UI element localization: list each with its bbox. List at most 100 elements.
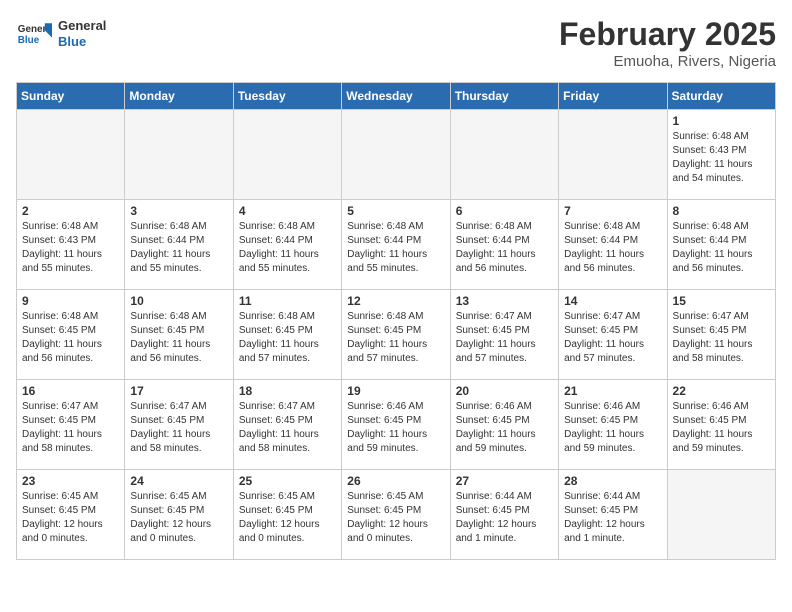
day-info: Sunrise: 6:48 AM Sunset: 6:45 PM Dayligh… [130,310,227,366]
day-number: 22 [673,384,770,398]
calendar-cell: 1 Sunrise: 6:48 AM Sunset: 6:43 PM Dayli… [667,110,775,200]
calendar-cell: 22 Sunrise: 6:46 AM Sunset: 6:45 PM Dayl… [667,380,775,470]
location: Emuoha, Rivers, Nigeria [559,53,776,70]
calendar-cell: 6 Sunrise: 6:48 AM Sunset: 6:44 PM Dayli… [450,200,558,290]
day-info: Sunrise: 6:47 AM Sunset: 6:45 PM Dayligh… [130,400,227,456]
calendar-cell: 28 Sunrise: 6:44 AM Sunset: 6:45 PM Dayl… [559,470,667,560]
day-info: Sunrise: 6:45 AM Sunset: 6:45 PM Dayligh… [22,490,119,546]
day-info: Sunrise: 6:48 AM Sunset: 6:44 PM Dayligh… [239,220,336,276]
day-number: 18 [239,384,336,398]
month-year: February 2025 [559,16,776,53]
day-number: 13 [456,294,553,308]
calendar-table: Sunday Monday Tuesday Wednesday Thursday… [16,82,776,560]
logo-text-blue: Blue [58,34,106,50]
day-number: 2 [22,204,119,218]
calendar-cell [233,110,341,200]
day-info: Sunrise: 6:48 AM Sunset: 6:44 PM Dayligh… [130,220,227,276]
calendar-cell [342,110,450,200]
day-info: Sunrise: 6:46 AM Sunset: 6:45 PM Dayligh… [456,400,553,456]
day-info: Sunrise: 6:47 AM Sunset: 6:45 PM Dayligh… [564,310,661,366]
calendar-cell: 19 Sunrise: 6:46 AM Sunset: 6:45 PM Dayl… [342,380,450,470]
calendar-cell [125,110,233,200]
calendar-cell: 20 Sunrise: 6:46 AM Sunset: 6:45 PM Dayl… [450,380,558,470]
day-number: 6 [456,204,553,218]
day-info: Sunrise: 6:48 AM Sunset: 6:44 PM Dayligh… [564,220,661,276]
day-info: Sunrise: 6:48 AM Sunset: 6:45 PM Dayligh… [239,310,336,366]
calendar-cell: 14 Sunrise: 6:47 AM Sunset: 6:45 PM Dayl… [559,290,667,380]
day-number: 25 [239,474,336,488]
day-info: Sunrise: 6:45 AM Sunset: 6:45 PM Dayligh… [347,490,444,546]
calendar-header-row: Sunday Monday Tuesday Wednesday Thursday… [17,83,776,110]
header-tuesday: Tuesday [233,83,341,110]
calendar-cell: 9 Sunrise: 6:48 AM Sunset: 6:45 PM Dayli… [17,290,125,380]
day-number: 28 [564,474,661,488]
calendar-cell: 18 Sunrise: 6:47 AM Sunset: 6:45 PM Dayl… [233,380,341,470]
day-number: 10 [130,294,227,308]
day-info: Sunrise: 6:44 AM Sunset: 6:45 PM Dayligh… [564,490,661,546]
calendar-cell [450,110,558,200]
day-number: 27 [456,474,553,488]
day-info: Sunrise: 6:47 AM Sunset: 6:45 PM Dayligh… [239,400,336,456]
header: General Blue General Blue February 2025 … [16,16,776,70]
calendar-cell: 21 Sunrise: 6:46 AM Sunset: 6:45 PM Dayl… [559,380,667,470]
calendar-week-5: 23 Sunrise: 6:45 AM Sunset: 6:45 PM Dayl… [17,470,776,560]
day-info: Sunrise: 6:45 AM Sunset: 6:45 PM Dayligh… [130,490,227,546]
day-number: 15 [673,294,770,308]
calendar-cell: 25 Sunrise: 6:45 AM Sunset: 6:45 PM Dayl… [233,470,341,560]
day-info: Sunrise: 6:48 AM Sunset: 6:44 PM Dayligh… [456,220,553,276]
day-info: Sunrise: 6:46 AM Sunset: 6:45 PM Dayligh… [564,400,661,456]
calendar-cell: 27 Sunrise: 6:44 AM Sunset: 6:45 PM Dayl… [450,470,558,560]
day-info: Sunrise: 6:48 AM Sunset: 6:45 PM Dayligh… [347,310,444,366]
calendar-cell: 17 Sunrise: 6:47 AM Sunset: 6:45 PM Dayl… [125,380,233,470]
header-sunday: Sunday [17,83,125,110]
header-friday: Friday [559,83,667,110]
calendar-cell: 2 Sunrise: 6:48 AM Sunset: 6:43 PM Dayli… [17,200,125,290]
day-info: Sunrise: 6:48 AM Sunset: 6:45 PM Dayligh… [22,310,119,366]
calendar-week-4: 16 Sunrise: 6:47 AM Sunset: 6:45 PM Dayl… [17,380,776,470]
day-info: Sunrise: 6:44 AM Sunset: 6:45 PM Dayligh… [456,490,553,546]
calendar-week-1: 1 Sunrise: 6:48 AM Sunset: 6:43 PM Dayli… [17,110,776,200]
day-number: 21 [564,384,661,398]
calendar-cell: 15 Sunrise: 6:47 AM Sunset: 6:45 PM Dayl… [667,290,775,380]
day-number: 11 [239,294,336,308]
calendar-cell [17,110,125,200]
svg-text:Blue: Blue [18,35,40,46]
day-info: Sunrise: 6:48 AM Sunset: 6:44 PM Dayligh… [673,220,770,276]
day-number: 26 [347,474,444,488]
day-info: Sunrise: 6:47 AM Sunset: 6:45 PM Dayligh… [22,400,119,456]
calendar-cell: 8 Sunrise: 6:48 AM Sunset: 6:44 PM Dayli… [667,200,775,290]
calendar-cell: 26 Sunrise: 6:45 AM Sunset: 6:45 PM Dayl… [342,470,450,560]
day-info: Sunrise: 6:48 AM Sunset: 6:43 PM Dayligh… [673,130,770,186]
day-number: 14 [564,294,661,308]
calendar-cell: 4 Sunrise: 6:48 AM Sunset: 6:44 PM Dayli… [233,200,341,290]
day-number: 17 [130,384,227,398]
calendar-cell: 13 Sunrise: 6:47 AM Sunset: 6:45 PM Dayl… [450,290,558,380]
day-number: 9 [22,294,119,308]
day-number: 7 [564,204,661,218]
header-monday: Monday [125,83,233,110]
calendar-cell: 11 Sunrise: 6:48 AM Sunset: 6:45 PM Dayl… [233,290,341,380]
header-wednesday: Wednesday [342,83,450,110]
calendar-cell: 16 Sunrise: 6:47 AM Sunset: 6:45 PM Dayl… [17,380,125,470]
day-number: 23 [22,474,119,488]
header-thursday: Thursday [450,83,558,110]
day-number: 3 [130,204,227,218]
calendar-cell: 10 Sunrise: 6:48 AM Sunset: 6:45 PM Dayl… [125,290,233,380]
day-number: 5 [347,204,444,218]
calendar-cell: 5 Sunrise: 6:48 AM Sunset: 6:44 PM Dayli… [342,200,450,290]
day-info: Sunrise: 6:46 AM Sunset: 6:45 PM Dayligh… [347,400,444,456]
day-info: Sunrise: 6:48 AM Sunset: 6:44 PM Dayligh… [347,220,444,276]
day-info: Sunrise: 6:48 AM Sunset: 6:43 PM Dayligh… [22,220,119,276]
title-area: February 2025 Emuoha, Rivers, Nigeria [559,16,776,70]
logo-icon: General Blue [16,16,52,52]
calendar-week-2: 2 Sunrise: 6:48 AM Sunset: 6:43 PM Dayli… [17,200,776,290]
day-number: 16 [22,384,119,398]
calendar-week-3: 9 Sunrise: 6:48 AM Sunset: 6:45 PM Dayli… [17,290,776,380]
calendar-cell [559,110,667,200]
day-info: Sunrise: 6:45 AM Sunset: 6:45 PM Dayligh… [239,490,336,546]
day-number: 24 [130,474,227,488]
day-info: Sunrise: 6:47 AM Sunset: 6:45 PM Dayligh… [456,310,553,366]
day-number: 8 [673,204,770,218]
header-saturday: Saturday [667,83,775,110]
day-info: Sunrise: 6:47 AM Sunset: 6:45 PM Dayligh… [673,310,770,366]
